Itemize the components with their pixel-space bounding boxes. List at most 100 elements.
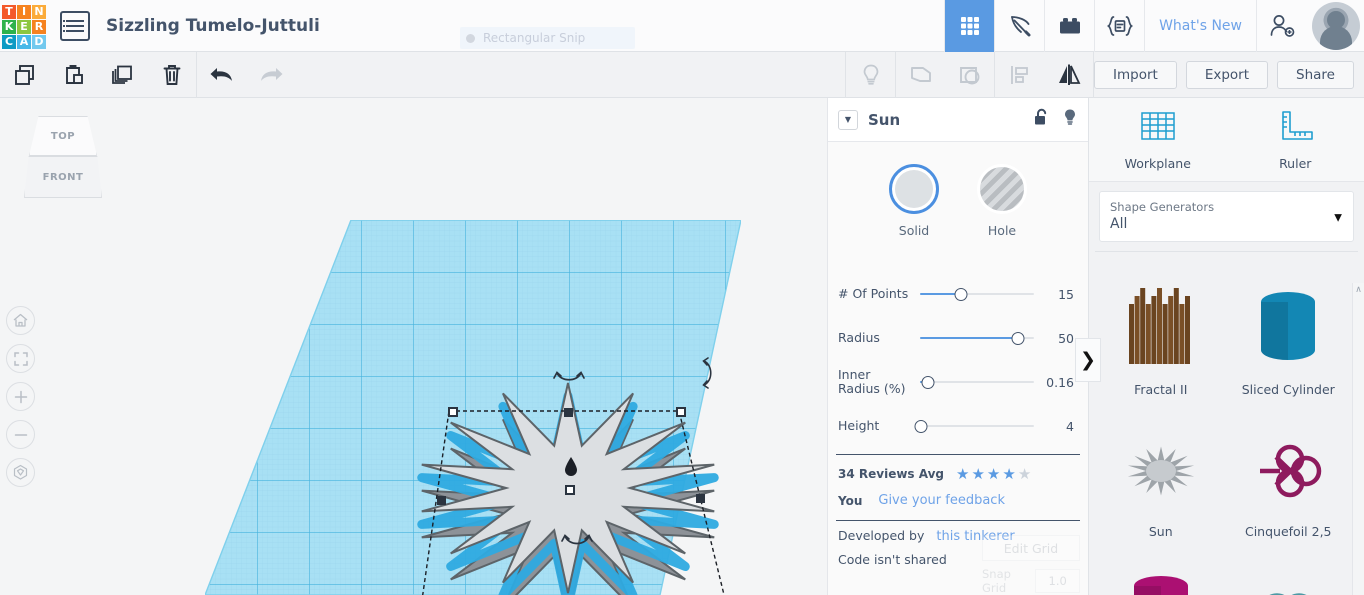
file-actions: Import Export Share xyxy=(1094,60,1364,89)
zoom-in-button[interactable] xyxy=(6,382,35,411)
copy-icon[interactable] xyxy=(0,52,49,98)
shape-library-item[interactable]: Cinquefoil 2,5 xyxy=(1227,400,1351,542)
rotate-handle-top[interactable] xyxy=(552,370,586,388)
slider-knob[interactable] xyxy=(1011,331,1025,345)
logo-tile-c: C xyxy=(2,34,16,49)
sidebar-scrollbar[interactable]: ∧ xyxy=(1352,283,1364,595)
slider-label: Radius xyxy=(838,329,880,345)
ortho-perspective-toggle[interactable] xyxy=(6,458,35,487)
hole-mode-option[interactable]: Hole xyxy=(977,164,1027,238)
snip-overlay: Rectangular Snip xyxy=(460,27,635,49)
slider-value[interactable]: 4 xyxy=(1038,419,1074,434)
height-handle-icon[interactable] xyxy=(563,456,579,476)
unlock-icon[interactable] xyxy=(1033,108,1050,131)
gallery-grid-icon[interactable] xyxy=(944,0,995,52)
delete-icon[interactable] xyxy=(147,52,196,98)
mirror-icon[interactable] xyxy=(1044,52,1093,98)
rotate-handle-right[interactable] xyxy=(700,356,718,390)
import-button[interactable]: Import xyxy=(1094,60,1177,89)
resize-handle-top-center[interactable] xyxy=(564,408,573,417)
undo-icon[interactable] xyxy=(197,52,246,98)
resize-handle-top-right[interactable] xyxy=(676,407,686,417)
shape-thumbnail xyxy=(1115,282,1207,374)
export-button[interactable]: Export xyxy=(1185,60,1269,89)
shape-label: Cinquefoil 2,5 xyxy=(1244,524,1332,539)
fit-to-view-button[interactable] xyxy=(6,344,35,373)
slider-track[interactable] xyxy=(914,419,1034,433)
shape-thumbnail xyxy=(1242,424,1334,516)
star-icon[interactable]: ★ xyxy=(956,465,969,483)
view-cube-front-face[interactable]: FRONT xyxy=(24,156,102,198)
shape-library-item[interactable]: Sun xyxy=(1099,400,1223,542)
tinkercad-logo[interactable]: TIN KER CAD xyxy=(2,4,46,49)
slider-value[interactable]: 50 xyxy=(1038,331,1074,346)
pickaxe-icon[interactable] xyxy=(994,0,1044,52)
snap-grid-value[interactable]: 1.0 xyxy=(1035,569,1080,593)
redo-icon xyxy=(246,52,295,98)
star-icon[interactable]: ★ xyxy=(1018,465,1031,483)
slider-label: Inner Radius (%) xyxy=(838,366,906,396)
project-menu-button[interactable] xyxy=(60,10,90,41)
workplane-icon xyxy=(1141,112,1175,140)
resize-handle-left-center[interactable] xyxy=(437,496,446,505)
edit-toolbar: Import Export Share xyxy=(0,51,1364,98)
star-icon[interactable]: ★ xyxy=(971,465,984,483)
shape-library-item[interactable]: Hearts Arrow xyxy=(1227,542,1351,595)
slider-bar xyxy=(920,381,1034,383)
resize-handle-top-left[interactable] xyxy=(448,407,458,417)
toolbar-left-group xyxy=(0,51,295,98)
home-view-button[interactable] xyxy=(6,306,35,335)
shape-thumbnail xyxy=(1115,424,1207,516)
hole-label: Hole xyxy=(987,223,1017,238)
shape-library-item[interactable]: Fractal II xyxy=(1099,258,1223,400)
shape-generator-select[interactable]: Shape Generators All ▼ xyxy=(1099,191,1354,242)
slider-knob[interactable] xyxy=(954,287,968,301)
hole-swatch[interactable] xyxy=(977,164,1027,214)
star-icon[interactable]: ★ xyxy=(1002,465,1015,483)
slider-value[interactable]: 15 xyxy=(1038,287,1074,302)
shape-library-item[interactable]: Sliced Cylinder xyxy=(1227,258,1351,400)
ruler-icon xyxy=(1282,111,1314,140)
slider-track[interactable] xyxy=(920,375,1034,389)
edit-grid-button[interactable]: Edit Grid xyxy=(982,535,1080,561)
snap-grid-label: Snap Grid xyxy=(982,567,1011,595)
page-title[interactable]: Sizzling Tumelo-Juttuli xyxy=(106,16,320,36)
rotate-handle-bottom[interactable] xyxy=(560,532,594,550)
slider-knob[interactable] xyxy=(921,375,935,389)
zoom-out-button[interactable] xyxy=(6,420,35,449)
resize-handle-right-center[interactable] xyxy=(696,494,705,503)
duplicate-icon[interactable] xyxy=(98,52,147,98)
workplane-label: Workplane xyxy=(1124,156,1191,171)
3d-viewport[interactable]: Workplane xyxy=(0,98,827,595)
center-move-handle[interactable] xyxy=(565,485,575,495)
chevron-down-icon[interactable]: ▼ xyxy=(1334,212,1342,223)
lightbulb-icon[interactable] xyxy=(1062,108,1078,131)
lightbulb-icon[interactable] xyxy=(846,52,895,98)
paste-icon[interactable] xyxy=(49,52,98,98)
panel-collapse-tab[interactable]: ❯ xyxy=(1075,338,1101,382)
share-button[interactable]: Share xyxy=(1277,60,1354,89)
slider-track[interactable] xyxy=(920,331,1034,345)
chevron-down-icon[interactable]: ▼ xyxy=(838,109,858,130)
slider-knob[interactable] xyxy=(914,419,928,433)
codeblocks-icon[interactable] xyxy=(1094,0,1144,52)
slider-track[interactable] xyxy=(920,287,1034,301)
view-cube[interactable]: TOP FRONT xyxy=(20,116,106,202)
give-feedback-link[interactable]: Give your feedback xyxy=(878,493,1005,508)
slider-fill xyxy=(920,337,1019,339)
sidebar-item-ruler[interactable]: Ruler xyxy=(1227,98,1364,181)
solid-swatch[interactable] xyxy=(889,164,939,214)
add-person-icon[interactable] xyxy=(1256,0,1306,52)
slider-value[interactable]: 0.16 xyxy=(1038,375,1074,390)
sidebar-item-workplane[interactable]: Workplane xyxy=(1089,98,1227,181)
solid-mode-option[interactable]: Solid xyxy=(889,164,939,238)
avatar[interactable] xyxy=(1312,1,1360,50)
scroll-up-arrow[interactable]: ∧ xyxy=(1353,283,1364,297)
rating-stars[interactable]: ★ ★ ★ ★ ★ xyxy=(956,465,1031,483)
top-bar-right: What's New xyxy=(944,0,1364,52)
view-cube-top-face[interactable]: TOP xyxy=(29,116,97,156)
whats-new-link[interactable]: What's New xyxy=(1144,0,1256,52)
shape-library-item[interactable]: Cylinder w/no xyxy=(1099,542,1223,595)
star-icon[interactable]: ★ xyxy=(987,465,1000,483)
brick-icon[interactable] xyxy=(1044,0,1094,52)
